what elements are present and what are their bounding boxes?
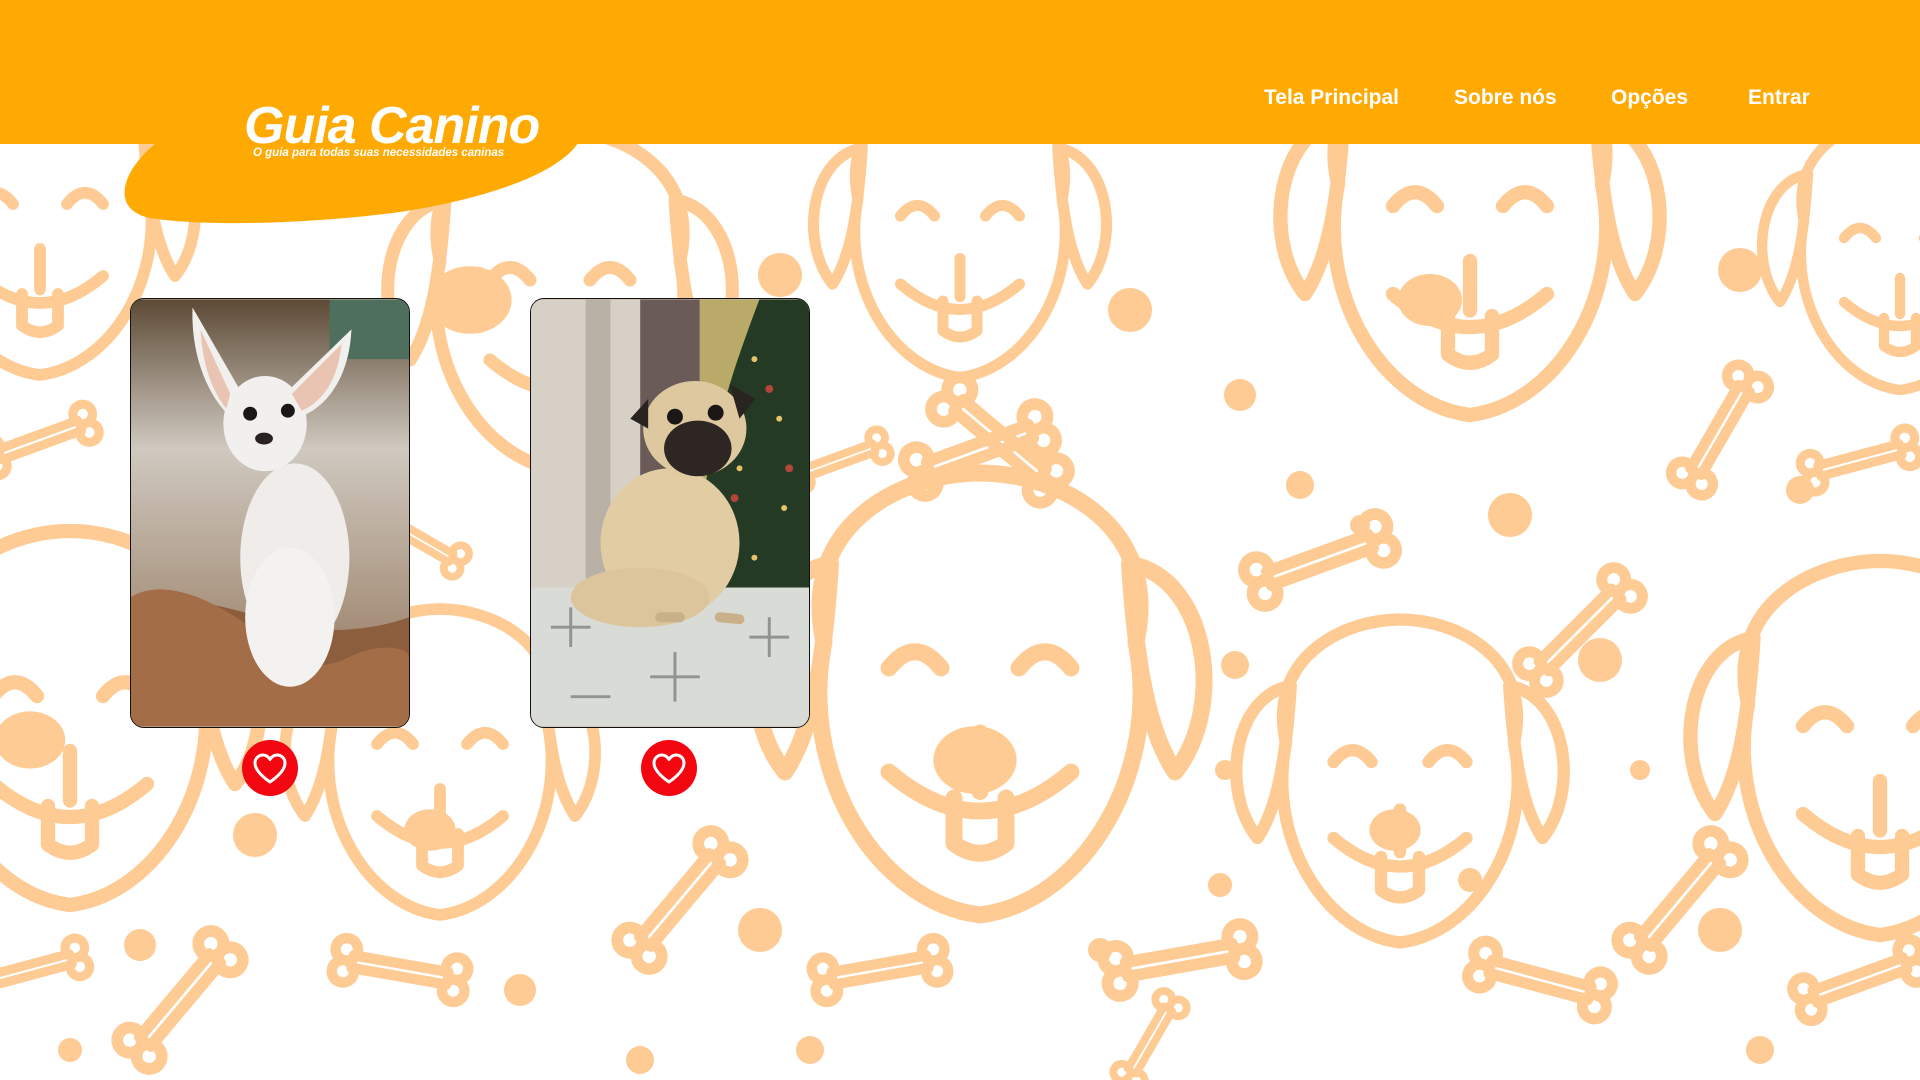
site-logo[interactable]: Guia Canino O guia para todas suas neces… <box>244 98 544 160</box>
nav-item-sobre-nos[interactable]: Sobre nós <box>1454 85 1557 111</box>
pug-photo <box>531 299 809 727</box>
logo-title: Guia Canino <box>244 97 540 155</box>
logo-tagline: O guia para todas suas necessidades cani… <box>253 147 505 159</box>
like-button-chihuahua[interactable] <box>242 740 298 796</box>
like-button-pug[interactable] <box>641 740 697 796</box>
nav-item-opcoes[interactable]: Opções <box>1611 85 1688 111</box>
heart-icon <box>652 753 686 784</box>
heart-icon <box>253 753 287 784</box>
chihuahua-photo <box>131 299 409 727</box>
nav-item-entrar[interactable]: Entrar <box>1748 85 1810 111</box>
dog-card-pug[interactable] <box>530 298 810 728</box>
nav-item-tela-principal[interactable]: Tela Principal <box>1264 85 1399 111</box>
dog-card-chihuahua[interactable] <box>130 298 410 728</box>
